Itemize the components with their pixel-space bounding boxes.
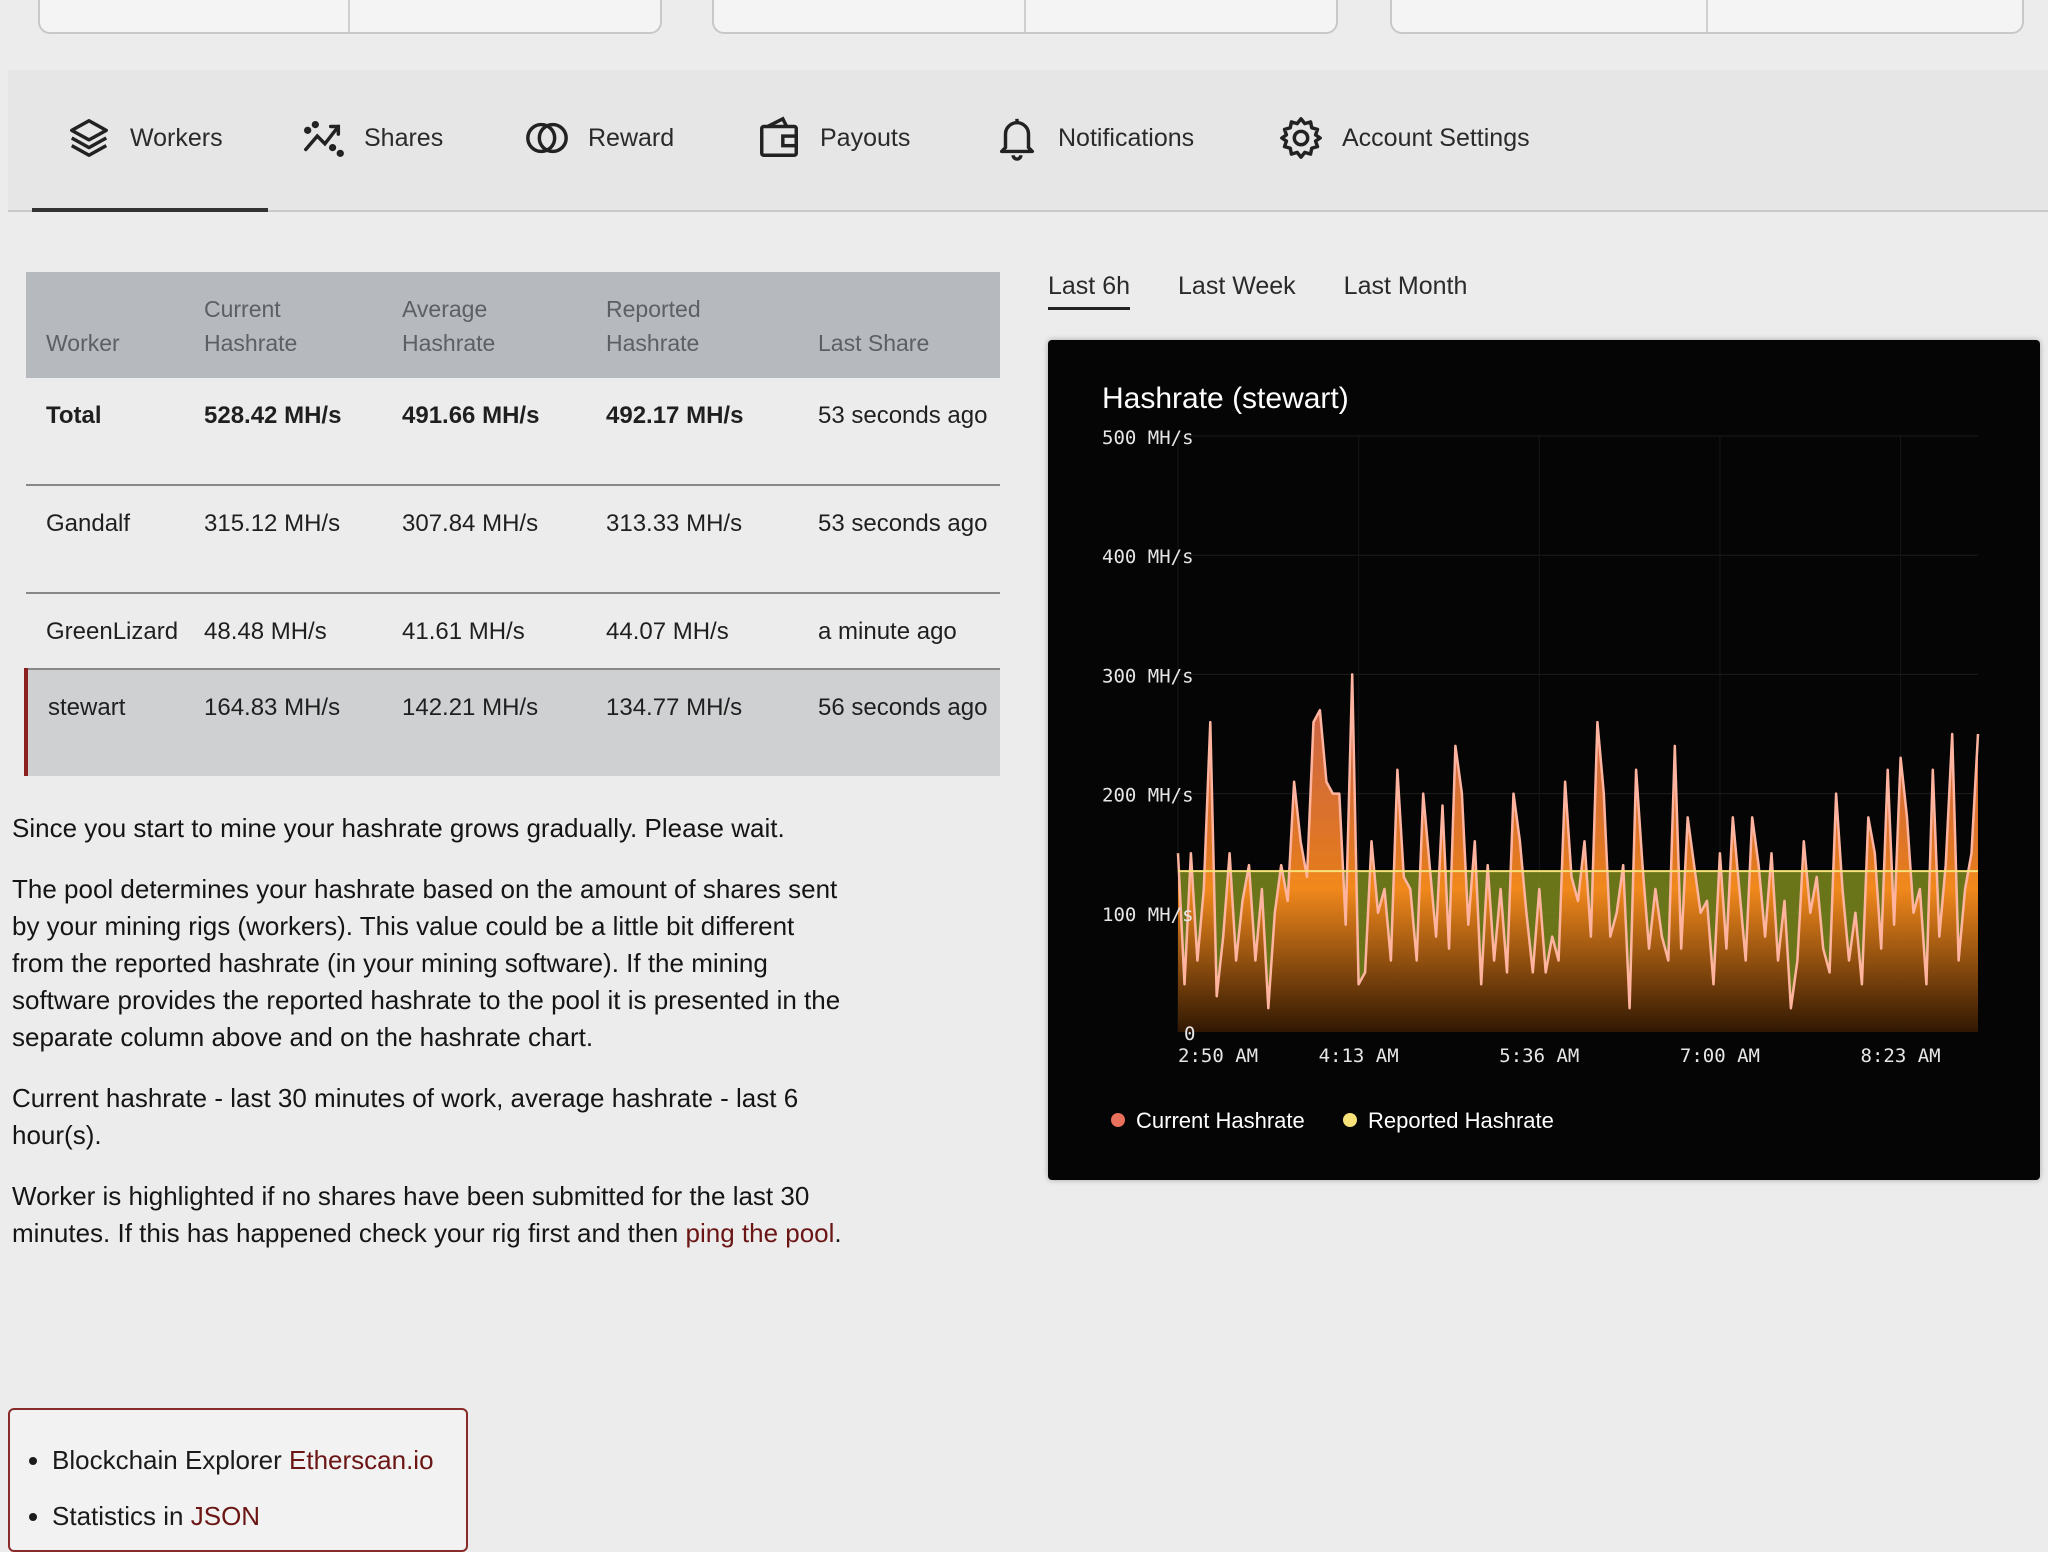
- explorer-label: Blockchain Explorer: [52, 1445, 282, 1475]
- cell-current: 315.12 MH/s: [184, 485, 382, 594]
- etherscan-link[interactable]: Etherscan.io: [289, 1445, 434, 1475]
- tab-last-month[interactable]: Last Month: [1344, 272, 1468, 310]
- cell-current: 528.42 MH/s: [184, 378, 382, 486]
- shares-chart-icon: [304, 120, 344, 157]
- nav-reward[interactable]: Reward: [524, 108, 674, 168]
- cell-reported: 44.07 MH/s: [586, 593, 798, 670]
- explorer-item: Blockchain Explorer Etherscan.io: [52, 1432, 466, 1488]
- cell-reported: 492.17 MH/s: [586, 378, 798, 486]
- summary-card-1: [38, 0, 662, 34]
- chart-range-tabs: Last 6h Last Week Last Month: [1048, 272, 1467, 310]
- hashrate-chart-card: Hashrate (stewart) 0 100 MH/s 200 MH/s 300 …: [1048, 340, 2040, 1180]
- x-tick-label: 4:13 AM: [1319, 1045, 1399, 1067]
- resources-box: Blockchain Explorer Etherscan.io Statist…: [8, 1408, 468, 1552]
- nav-notifications-label: Notifications: [1058, 123, 1195, 152]
- coins-icon: [526, 122, 568, 154]
- legend-marker: [1343, 1113, 1357, 1127]
- nav-account-settings[interactable]: Account Settings: [1278, 108, 1530, 168]
- info-paragraph: The pool determines your hashrate based …: [12, 874, 841, 1052]
- nav-notifications[interactable]: Notifications: [994, 108, 1194, 168]
- cell-worker: stewart: [24, 669, 184, 776]
- nav-workers-label: Workers: [130, 123, 223, 152]
- col-header-worker[interactable]: Worker: [26, 272, 184, 378]
- stats-label: Statistics in: [52, 1501, 184, 1531]
- cell-average: 491.66 MH/s: [382, 378, 586, 486]
- workers-table-container: Worker Current Hashrate Average Hashrate…: [24, 272, 1000, 776]
- info-text: Since you start to mine your hashrate gr…: [12, 810, 852, 1276]
- table-header-row: Worker Current Hashrate Average Hashrate…: [26, 272, 1000, 378]
- legend-marker: [1111, 1113, 1125, 1127]
- bell-icon: [999, 118, 1035, 161]
- cell-worker: Total: [26, 378, 184, 486]
- cell-reported: 313.33 MH/s: [586, 485, 798, 594]
- nav-payouts-label: Payouts: [820, 123, 911, 152]
- y-tick-label: 200 MH/s: [1102, 785, 1194, 807]
- nav-shares[interactable]: Shares: [300, 108, 443, 168]
- y-tick-label: 300 MH/s: [1102, 665, 1194, 687]
- nav-workers[interactable]: Workers: [66, 108, 223, 168]
- x-tick-label: 7:00 AM: [1680, 1045, 1760, 1067]
- workers-table: Worker Current Hashrate Average Hashrate…: [24, 272, 1000, 776]
- col-header-average[interactable]: Average Hashrate: [382, 272, 586, 378]
- info-paragraph: Since you start to mine your hashrate gr…: [12, 813, 785, 843]
- top-summary-cards: [0, 0, 2048, 34]
- nav-reward-label: Reward: [588, 123, 675, 152]
- cell-current: 164.83 MH/s: [204, 694, 341, 721]
- cell-worker: GreenLizard: [26, 593, 184, 670]
- x-tick-label: 5:36 AM: [1499, 1045, 1579, 1067]
- col-header-last-share[interactable]: Last Share: [798, 272, 1000, 378]
- layers-icon: [70, 119, 108, 157]
- cell-worker: Gandalf: [26, 485, 184, 594]
- info-paragraph: Worker is highlighted if no shares have …: [12, 1178, 852, 1252]
- current-hashrate-area: [1178, 674, 1978, 1032]
- cell-average: 41.61 MH/s: [382, 593, 586, 670]
- y-tick-label: 400 MH/s: [1102, 546, 1194, 568]
- table-row[interactable]: GreenLizard 48.48 MH/s 41.61 MH/s 44.07 …: [26, 593, 1000, 670]
- y-tick-label: 0: [1184, 1023, 1195, 1045]
- tab-last-6h[interactable]: Last 6h: [1048, 272, 1131, 310]
- cell-average: 307.84 MH/s: [382, 485, 586, 594]
- table-row-total: Total 528.42 MH/s 491.66 MH/s 492.17 MH/…: [26, 378, 1000, 486]
- cell-last-share: 53 seconds ago: [798, 378, 1000, 486]
- legend-label: Current Hashrate: [1136, 1108, 1305, 1133]
- table-row[interactable]: Gandalf 315.12 MH/s 307.84 MH/s 313.33 M…: [26, 485, 1000, 594]
- nav-account-settings-label: Account Settings: [1342, 123, 1530, 152]
- table-row-highlighted[interactable]: stewart 164.83 MH/s 142.21 MH/s 134.77 M…: [24, 669, 1000, 776]
- legend-label: Reported Hashrate: [1368, 1108, 1554, 1133]
- info-period: .: [834, 1218, 842, 1248]
- chart-title: Hashrate (stewart): [1102, 382, 1349, 415]
- cell-last-share: 53 seconds ago: [798, 485, 1000, 594]
- col-header-current[interactable]: Current Hashrate: [184, 272, 382, 378]
- info-paragraph: Current hashrate - last 30 minutes of wo…: [12, 1083, 799, 1150]
- summary-card-3: [1390, 0, 2024, 34]
- main-nav: Workers Shares Reward Payouts Notificati…: [8, 70, 2048, 212]
- cell-current: 48.48 MH/s: [184, 593, 382, 670]
- cell-reported: 134.77 MH/s: [606, 694, 743, 721]
- json-link[interactable]: JSON: [191, 1501, 260, 1531]
- summary-card-2: [712, 0, 1338, 34]
- ping-pool-link[interactable]: ping the pool: [686, 1218, 835, 1248]
- x-tick-label: 8:23 AM: [1861, 1045, 1941, 1067]
- hashrate-chart: Hashrate (stewart) 0 100 MH/s 200 MH/s 300 …: [1102, 382, 1980, 1133]
- nav-active-indicator: [32, 208, 268, 212]
- cell-average: 142.21 MH/s: [402, 694, 539, 721]
- col-header-reported[interactable]: Reported Hashrate: [586, 272, 798, 378]
- x-tick-label: 2:50 AM: [1178, 1045, 1258, 1067]
- y-tick-label: 500 MH/s: [1102, 427, 1194, 449]
- cell-last-share: a minute ago: [798, 593, 1000, 670]
- tab-last-week[interactable]: Last Week: [1178, 272, 1296, 310]
- wallet-icon: [760, 116, 798, 157]
- nav-payouts[interactable]: Payouts: [756, 108, 910, 168]
- nav-shares-label: Shares: [364, 123, 444, 152]
- y-tick-label: 100 MH/s: [1102, 904, 1194, 926]
- gear-icon: [1280, 117, 1322, 159]
- cell-last-share: 56 seconds ago: [818, 694, 988, 721]
